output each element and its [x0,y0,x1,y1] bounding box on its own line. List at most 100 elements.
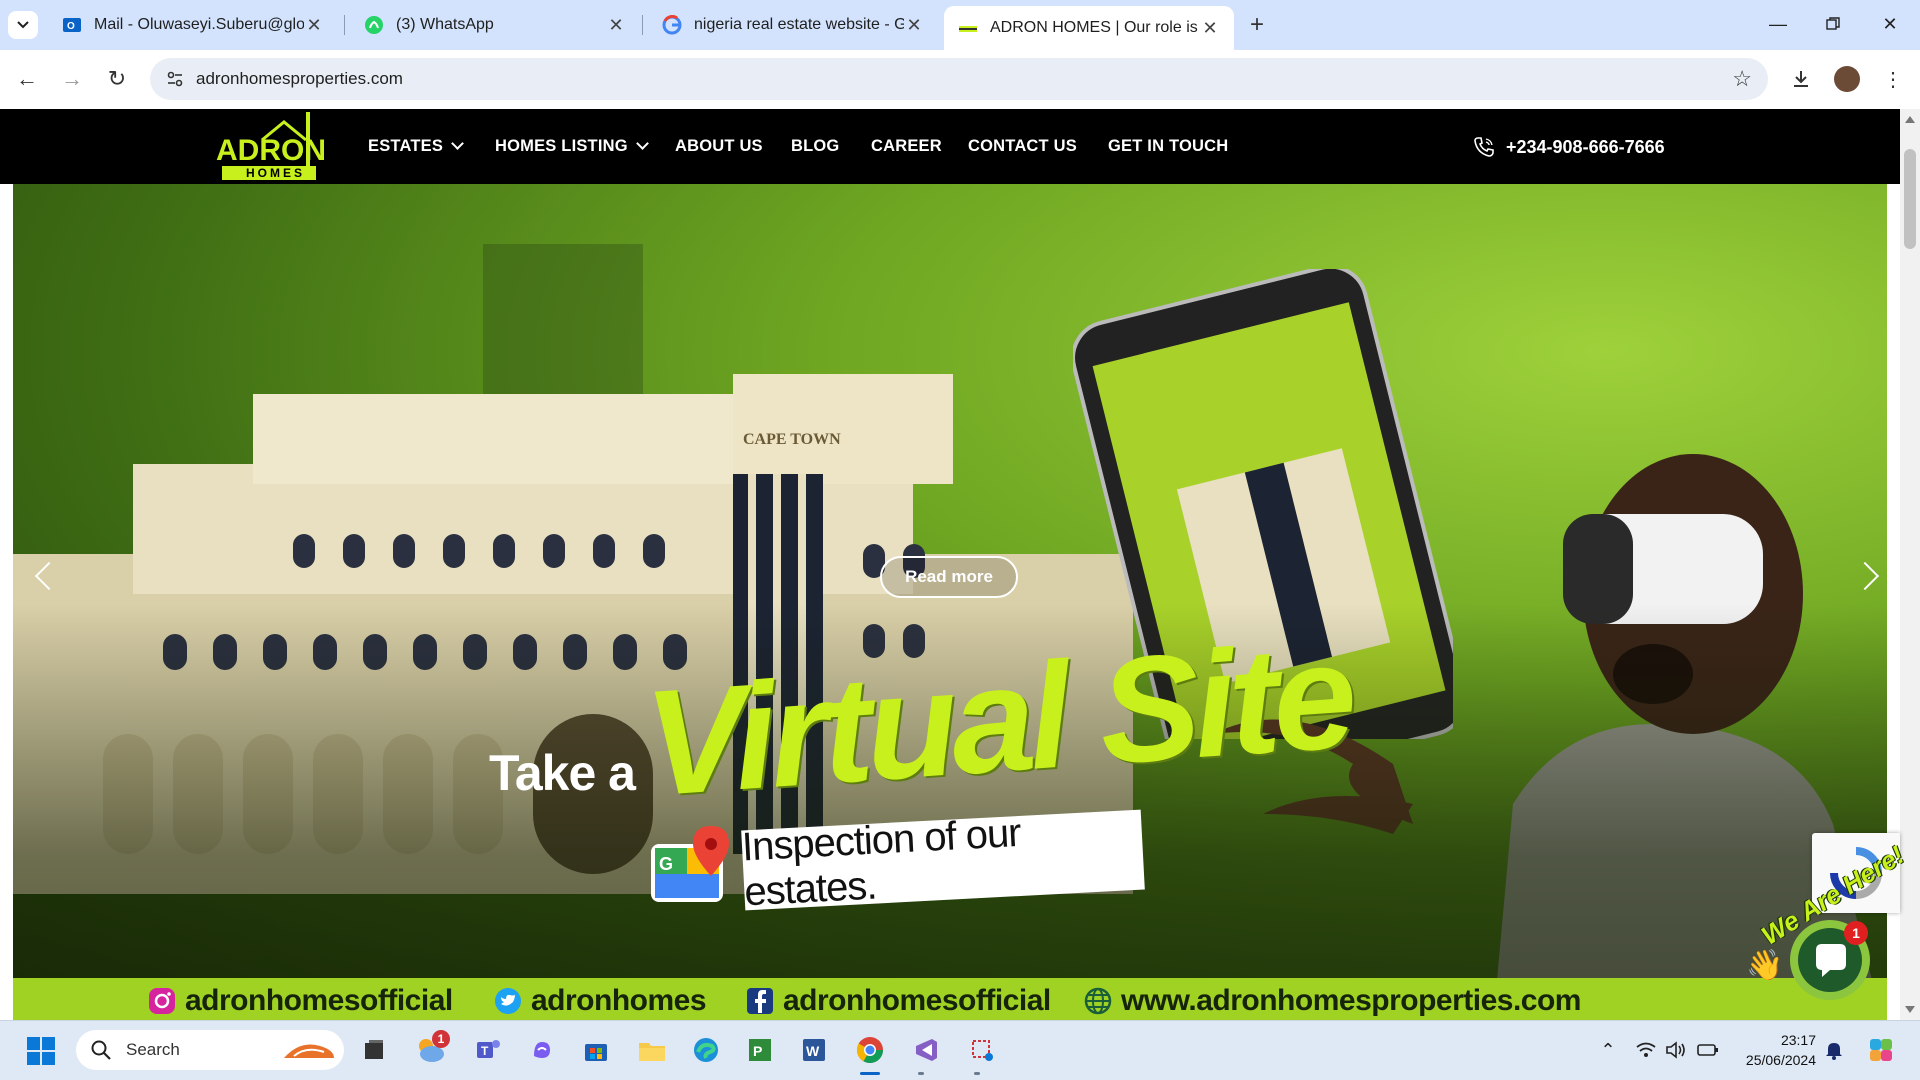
building-sign: CAPE TOWN [743,431,841,448]
nav-label: CAREER [871,137,942,155]
bookmark-star-icon[interactable]: ☆ [1732,66,1752,92]
svg-text:G: G [659,854,673,874]
social-text: adronhomesofficial [185,984,453,1017]
download-icon[interactable] [1786,64,1816,94]
site-info-icon[interactable] [164,68,186,90]
word-icon[interactable]: W [796,1032,832,1068]
tab-title: (3) WhatsApp [396,16,494,33]
scrollbar-thumb[interactable] [1904,149,1916,249]
taskbar-search-box[interactable]: Search [76,1030,344,1070]
tab-mail[interactable]: O Mail - Oluwaseyi.Suberu@glow ✕ [48,6,338,44]
file-explorer-icon[interactable] [634,1032,670,1068]
scroll-down-arrow-icon[interactable] [1905,1006,1915,1013]
waving-hand-icon: 👋 [1746,949,1784,982]
adron-favicon [959,26,977,32]
tab-adron-homes[interactable]: ADRON HOMES | Our role is to ✕ [944,6,1234,50]
reload-icon[interactable]: ↻ [102,64,132,94]
wifi-icon[interactable] [1634,1038,1658,1062]
hero-slider: CAPE TOWN Take a Virtual Site G Inspecti… [13,184,1887,1020]
snipping-tool-icon[interactable] [964,1032,1000,1068]
social-facebook: adronhomesofficial [745,984,1051,1018]
social-twitter: adronhomes [493,984,707,1018]
search-icon [91,1040,111,1060]
chrome-icon[interactable] [852,1032,888,1068]
task-view-icon[interactable] [356,1032,392,1068]
project-app-icon[interactable]: P [742,1032,778,1068]
outlook-icon: O [63,18,81,32]
teams-icon[interactable]: T [470,1032,506,1068]
social-website: www.adronhomesproperties.com [1083,984,1581,1018]
chrome-active-indicator [860,1072,880,1075]
copilot-preview-icon[interactable] [1866,1035,1896,1065]
minimize-icon[interactable]: — [1758,8,1798,40]
globe-icon [1084,987,1112,1015]
read-more-button[interactable]: Read more [880,556,1018,598]
tab-google-search[interactable]: nigeria real estate website - Go ✕ [648,6,938,44]
address-bar[interactable]: adronhomesproperties.com ☆ [150,58,1768,100]
nav-about-us[interactable]: ABOUT US [675,137,763,156]
tab-divider [344,15,345,35]
instagram-icon [149,988,175,1014]
tab-search-button[interactable] [8,11,38,39]
battery-icon[interactable] [1696,1038,1720,1062]
facebook-icon [747,988,773,1014]
weather-notification-badge: 1 [432,1030,450,1048]
phone-number: +234-908-666-7666 [1506,136,1665,157]
tab-title: Mail - Oluwaseyi.Suberu@glow [94,16,304,33]
system-clock[interactable]: 23:17 25/06/2024 [1736,1030,1816,1070]
page-scrollbar[interactable] [1900,109,1920,1020]
header-phone[interactable]: +234-908-666-7666 [1472,135,1665,159]
running-indicator [918,1072,924,1075]
search-highlight-illustration [284,1044,334,1058]
edge-icon[interactable] [688,1032,724,1068]
slider-prev-arrow-icon[interactable] [23,556,63,596]
nav-label: ABOUT US [675,137,763,155]
menu-kebab-icon[interactable]: ⋮ [1878,64,1908,94]
close-icon[interactable]: ✕ [1200,18,1220,38]
windows-start-icon[interactable] [26,1036,56,1066]
new-tab-button[interactable]: + [1244,11,1270,38]
logo-wordmark: ADRON [216,134,324,167]
back-arrow-icon[interactable]: ← [12,64,42,94]
scroll-up-arrow-icon[interactable] [1905,116,1915,123]
running-indicator [974,1072,980,1075]
slider-next-arrow-icon[interactable] [1849,556,1887,596]
chevron-down-icon [17,21,29,29]
hero-subheadline-card: Inspection of our estates. [741,809,1145,914]
nav-label: BLOG [791,137,840,155]
copilot-icon[interactable] [524,1032,560,1068]
nav-blog[interactable]: BLOG [791,137,839,156]
profile-avatar[interactable] [1832,64,1862,94]
close-icon[interactable]: ✕ [304,15,324,35]
search-label: Search [126,1040,180,1059]
nav-career[interactable]: CAREER [871,137,942,156]
forward-arrow-icon[interactable]: → [57,64,87,94]
nav-contact-us[interactable]: CONTACT US [968,137,1077,156]
microsoft-store-icon[interactable] [578,1032,614,1068]
svg-text:W: W [806,1043,820,1059]
chevron-up-icon[interactable]: ⌃ [1596,1038,1620,1062]
tab-divider [642,15,643,35]
nav-estates[interactable]: ESTATES [368,137,464,156]
twitter-icon [495,988,521,1014]
social-text: www.adronhomesproperties.com [1121,984,1581,1017]
tab-title: ADRON HOMES | Our role is to [990,19,1200,36]
nav-get-in-touch[interactable]: GET IN TOUCH [1108,137,1228,156]
svg-text:T: T [481,1044,489,1058]
nav-label: CONTACT US [968,137,1077,155]
nav-label: GET IN TOUCH [1108,137,1229,155]
nav-homes-listing[interactable]: HOMES LISTING [495,137,649,156]
volume-icon[interactable] [1664,1038,1688,1062]
adron-logo[interactable]: ADRON HOMES [214,110,324,182]
tab-whatsapp[interactable]: (3) WhatsApp ✕ [350,6,640,44]
restore-icon[interactable] [1813,8,1853,40]
notification-bell-icon[interactable] [1822,1038,1846,1062]
close-window-icon[interactable]: ✕ [1870,8,1910,40]
close-icon[interactable]: ✕ [606,15,626,35]
visual-studio-icon[interactable] [908,1032,944,1068]
close-icon[interactable]: ✕ [904,15,924,35]
svg-text:P: P [753,1043,762,1059]
svg-text:O: O [67,21,75,32]
social-text: adronhomesofficial [783,984,1051,1017]
hero-headline-small: Take a [489,745,636,801]
